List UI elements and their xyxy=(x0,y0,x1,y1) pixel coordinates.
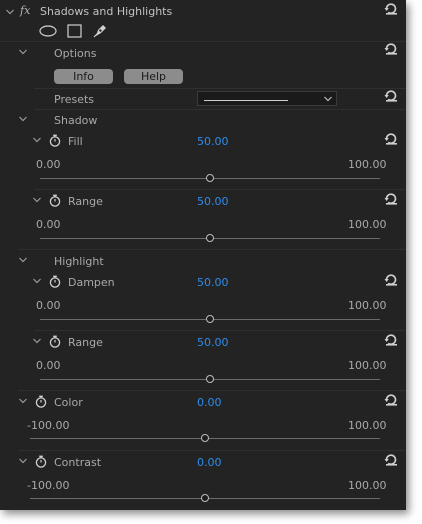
help-button[interactable]: Help xyxy=(124,69,183,84)
shadow-fill-min: 0.00 xyxy=(36,158,61,171)
color-min: -100.00 xyxy=(27,419,70,432)
pen-mask-icon[interactable] xyxy=(93,22,109,38)
chevron-down-icon[interactable] xyxy=(5,7,15,17)
highlight-range-slider-thumb[interactable] xyxy=(206,375,214,383)
contrast-min: -100.00 xyxy=(27,479,70,492)
shadow-range-slider-thumb[interactable] xyxy=(206,234,214,242)
color-label: Color xyxy=(54,396,83,409)
chevron-down-icon[interactable] xyxy=(32,336,42,346)
fx-icon[interactable]: fx xyxy=(20,4,30,18)
stopwatch-icon[interactable] xyxy=(35,395,47,408)
highlight-dampen-value[interactable]: 50.00 xyxy=(197,276,229,290)
color-slider-thumb[interactable] xyxy=(201,434,209,442)
highlight-range-label: Range xyxy=(68,336,103,349)
highlight-range-value[interactable]: 50.00 xyxy=(197,336,229,350)
shadow-fill-max: 100.00 xyxy=(348,158,387,171)
reset-icon[interactable] xyxy=(384,273,398,287)
shadow-fill-label: Fill xyxy=(68,135,83,148)
options-label: Options xyxy=(54,47,97,60)
reset-icon[interactable] xyxy=(384,2,398,16)
chevron-down-icon[interactable] xyxy=(18,255,28,265)
shadow-range-min: 0.00 xyxy=(36,218,61,231)
highlight-dampen-max: 100.00 xyxy=(348,299,387,312)
reset-icon[interactable] xyxy=(384,333,398,347)
stopwatch-icon[interactable] xyxy=(49,275,61,288)
shadow-range-value[interactable]: 50.00 xyxy=(197,195,229,209)
highlight-range-max: 100.00 xyxy=(348,359,387,372)
effect-title: Shadows and Highlights xyxy=(40,5,173,18)
highlight-dampen-label: Dampen xyxy=(68,276,115,289)
stopwatch-icon[interactable] xyxy=(49,194,61,207)
highlight-dampen-slider-thumb[interactable] xyxy=(206,315,214,323)
color-value[interactable]: 0.00 xyxy=(197,396,222,410)
effect-controls-panel: fx Shadows and Highlights Options Info H… xyxy=(0,0,406,510)
stopwatch-icon[interactable] xyxy=(49,335,61,348)
highlight-range-min: 0.00 xyxy=(36,359,61,372)
chevron-down-icon[interactable] xyxy=(18,396,28,406)
ellipse-mask-icon[interactable] xyxy=(39,25,57,37)
chevron-down-icon[interactable] xyxy=(32,276,42,286)
chevron-down-icon[interactable] xyxy=(18,114,28,124)
shadow-fill-value[interactable]: 50.00 xyxy=(197,135,229,149)
stopwatch-icon[interactable] xyxy=(35,455,47,468)
reset-icon[interactable] xyxy=(384,42,398,56)
rectangle-mask-icon[interactable] xyxy=(67,24,82,38)
shadow-range-max: 100.00 xyxy=(348,218,387,231)
info-button[interactable]: Info xyxy=(54,69,113,84)
contrast-max: 100.00 xyxy=(348,479,387,492)
shadow-label: Shadow xyxy=(54,114,98,127)
presets-dropdown[interactable] xyxy=(197,91,337,106)
stopwatch-icon[interactable] xyxy=(49,134,61,147)
contrast-value[interactable]: 0.00 xyxy=(197,456,222,470)
chevron-down-icon[interactable] xyxy=(18,456,28,466)
highlight-dampen-min: 0.00 xyxy=(36,299,61,312)
color-max: 100.00 xyxy=(348,419,387,432)
reset-icon[interactable] xyxy=(384,453,398,467)
chevron-down-icon[interactable] xyxy=(18,47,28,57)
chevron-down-icon[interactable] xyxy=(32,195,42,205)
chevron-down-icon xyxy=(323,94,333,104)
reset-icon[interactable] xyxy=(384,192,398,206)
chevron-down-icon[interactable] xyxy=(32,135,42,145)
shadow-fill-slider-thumb[interactable] xyxy=(206,174,214,182)
highlight-label: Highlight xyxy=(54,255,104,268)
presets-label: Presets xyxy=(54,93,95,106)
contrast-label: Contrast xyxy=(54,456,102,469)
reset-icon[interactable] xyxy=(384,393,398,407)
contrast-slider-thumb[interactable] xyxy=(201,494,209,502)
shadow-range-label: Range xyxy=(68,195,103,208)
reset-icon[interactable] xyxy=(384,89,398,103)
reset-icon[interactable] xyxy=(384,132,398,146)
